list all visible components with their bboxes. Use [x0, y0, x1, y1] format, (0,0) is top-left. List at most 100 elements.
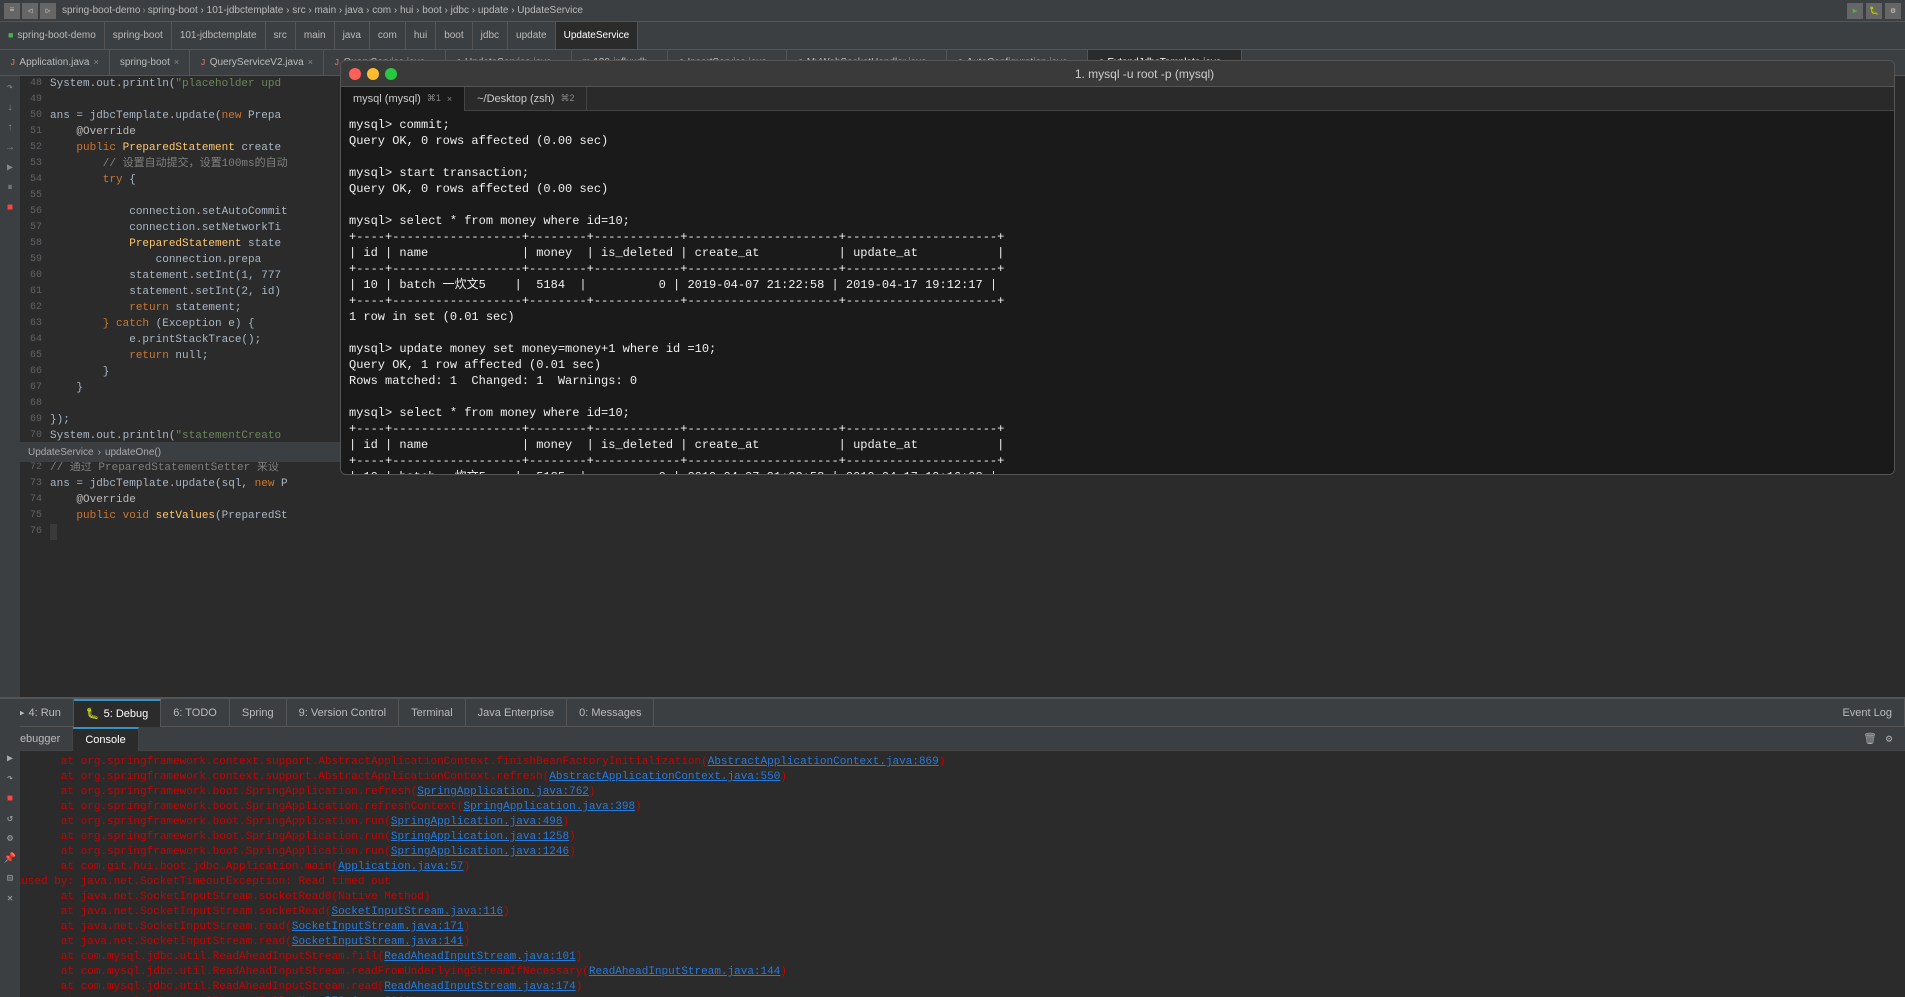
console-link[interactable]: SocketInputStream.java:141 — [292, 936, 464, 948]
tab-main[interactable]: main — [296, 22, 335, 50]
run-icon[interactable]: ▶ — [1847, 3, 1863, 19]
stop-icon[interactable]: ■ — [2, 791, 18, 807]
file-tab-spring-boot[interactable]: spring-boot × — [110, 50, 190, 76]
term-line: mysql> commit; — [349, 117, 1886, 133]
file-tab-application[interactable]: J Application.java × — [0, 50, 110, 76]
console-line: at com.mysql.jdbc.util.ReadAheadInputStr… — [8, 950, 1897, 965]
terminal-tab-bar: mysql (mysql) ⌘1 × ~/Desktop (zsh) ⌘2 — [341, 87, 1894, 111]
term-tab-mysql[interactable]: mysql (mysql) ⌘1 × — [341, 87, 465, 111]
console-line: at org.springframework.boot.SpringApplic… — [8, 845, 1897, 860]
code-line: 61 statement.setInt(2, id) — [20, 284, 350, 300]
back-icon[interactable]: ◁ — [22, 3, 38, 19]
debug-stop[interactable]: ■ — [2, 200, 18, 216]
menu-icon[interactable]: ≡ — [4, 3, 20, 19]
console-link[interactable]: ReadAheadInputStream.java:174 — [384, 981, 575, 993]
console-line: at org.springframework.boot.SpringApplic… — [8, 785, 1897, 800]
tab-debug[interactable]: 🐛 5: Debug — [74, 699, 161, 727]
console-toolbar-clear[interactable]: 🗑 — [1862, 731, 1878, 747]
console-link[interactable]: AbstractApplicationContext.java:869 — [708, 756, 939, 768]
debug-step-over[interactable]: ↷ — [2, 80, 18, 96]
tab-spring-boot-demo[interactable]: ■ spring-boot-demo — [0, 22, 105, 50]
console-output: at org.springframework.context.support.A… — [0, 751, 1905, 997]
debug-icon[interactable]: 🐛 — [1866, 3, 1882, 19]
close-icon-2[interactable]: ✕ — [2, 891, 18, 907]
tab-spring[interactable]: Spring — [230, 699, 287, 727]
tab-jdbc[interactable]: jdbc — [473, 22, 508, 50]
console-link[interactable]: ReadAheadInputStream.java:101 — [384, 951, 575, 963]
tab-messages[interactable]: 0: Messages — [567, 699, 654, 727]
terminal-content[interactable]: mysql> commit; Query OK, 0 rows affected… — [341, 111, 1894, 474]
console-link[interactable]: SpringApplication.java:1258 — [391, 831, 569, 843]
term-tab-close[interactable]: × — [447, 94, 452, 104]
term-line — [349, 325, 1886, 341]
term-line — [349, 149, 1886, 165]
tab-src[interactable]: src — [266, 22, 296, 50]
minimize-button[interactable] — [367, 68, 379, 80]
breadcrumb-updateservice[interactable]: UpdateService — [28, 447, 94, 458]
maximize-button[interactable] — [385, 68, 397, 80]
resume-icon[interactable]: ▶ — [2, 751, 18, 767]
term-line: 1 row in set (0.01 sec) — [349, 309, 1886, 325]
code-line: 60 statement.setInt(1, 777 — [20, 268, 350, 284]
console-line: at org.springframework.context.support.A… — [8, 770, 1897, 785]
console-link[interactable]: ReadAheadInputStream.java:144 — [589, 966, 780, 978]
file-tab-close[interactable]: × — [308, 58, 313, 68]
console-line: at java.net.SocketInputStream.socketRead… — [8, 890, 1897, 905]
sub-tab-console[interactable]: Console — [73, 727, 138, 751]
tab-java-enterprise[interactable]: Java Enterprise — [466, 699, 567, 727]
term-line: | id | name | money | is_deleted | creat… — [349, 437, 1886, 453]
term-line: mysql> start transaction; — [349, 165, 1886, 181]
tab-java[interactable]: java — [335, 22, 370, 50]
term-line: Query OK, 0 rows affected (0.00 sec) — [349, 133, 1886, 149]
step-over-icon[interactable]: ↷ — [2, 771, 18, 787]
console-link[interactable]: AbstractApplicationContext.java:550 — [549, 771, 780, 783]
tab-event-log[interactable]: Event Log — [1830, 699, 1905, 727]
filter-icon[interactable]: ⊟ — [2, 871, 18, 887]
debug-step-out[interactable]: ↑ — [2, 120, 18, 136]
console-link[interactable]: SocketInputStream.java:171 — [292, 921, 464, 933]
console-toolbar-filter[interactable]: ⚙ — [1881, 731, 1897, 747]
settings-icon[interactable]: ⚙ — [1885, 3, 1901, 19]
code-line: 48 System.out.println("placeholder upd — [20, 76, 350, 92]
file-tab-close[interactable]: × — [174, 58, 179, 68]
tab-boot[interactable]: boot — [436, 22, 472, 50]
tab-terminal[interactable]: Terminal — [399, 699, 466, 727]
console-link[interactable]: SpringApplication.java:762 — [417, 786, 589, 798]
debug-pause[interactable]: ⏸ — [2, 180, 18, 196]
console-link[interactable]: Application.java:57 — [338, 861, 463, 873]
tab-spring-boot[interactable]: spring-boot — [105, 22, 172, 50]
code-line: 54 try { — [20, 172, 350, 188]
forward-icon[interactable]: ▷ — [40, 3, 56, 19]
console-link[interactable]: SocketInputStream.java:116 — [331, 906, 503, 918]
term-line: +----+------------------+--------+------… — [349, 293, 1886, 309]
tab-101-jdbctemplate[interactable]: 101-jdbctemplate — [172, 22, 266, 50]
tab-hui[interactable]: hui — [406, 22, 436, 50]
code-line: 49 — [20, 92, 350, 108]
tab-updateservice[interactable]: UpdateService — [556, 22, 639, 50]
console-link[interactable]: SpringApplication.java:1246 — [391, 846, 569, 858]
tab-version-control[interactable]: 9: Version Control — [287, 699, 399, 727]
file-tab-close[interactable]: × — [93, 58, 98, 68]
tab-com[interactable]: com — [370, 22, 406, 50]
console-link[interactable]: SpringApplication.java:398 — [463, 801, 635, 813]
console-link[interactable]: SpringApplication.java:498 — [391, 816, 563, 828]
restart-icon[interactable]: ↺ — [2, 811, 18, 827]
term-tab-zsh[interactable]: ~/Desktop (zsh) ⌘2 — [465, 87, 587, 111]
pin-icon[interactable]: 📌 — [2, 851, 18, 867]
code-line: 53 // 设置自动提交，设置100ms的自动 — [20, 156, 350, 172]
tab-update[interactable]: update — [508, 22, 556, 50]
term-line: +----+------------------+--------+------… — [349, 453, 1886, 469]
code-line: 50 ans = jdbcTemplate.update(new Prepa — [20, 108, 350, 124]
file-tab-queryservicev2[interactable]: J QueryServiceV2.java × — [190, 50, 324, 76]
close-button[interactable] — [349, 68, 361, 80]
debug-step-into[interactable]: ↓ — [2, 100, 18, 116]
console-line: at java.net.SocketInputStream.read(Socke… — [8, 920, 1897, 935]
console-line: at org.springframework.boot.SpringApplic… — [8, 815, 1897, 830]
term-line: | 10 | batch 一炊文5 | 5184 | 0 | 2019-04-0… — [349, 277, 1886, 293]
debug-resume[interactable]: ▶ — [2, 160, 18, 176]
settings-icon-2[interactable]: ⚙ — [2, 831, 18, 847]
term-line: Query OK, 0 rows affected (0.00 sec) — [349, 181, 1886, 197]
breadcrumb-updateone[interactable]: updateOne() — [105, 447, 161, 458]
debug-run-to-cursor[interactable]: → — [2, 140, 18, 156]
tab-todo[interactable]: 6: TODO — [161, 699, 230, 727]
